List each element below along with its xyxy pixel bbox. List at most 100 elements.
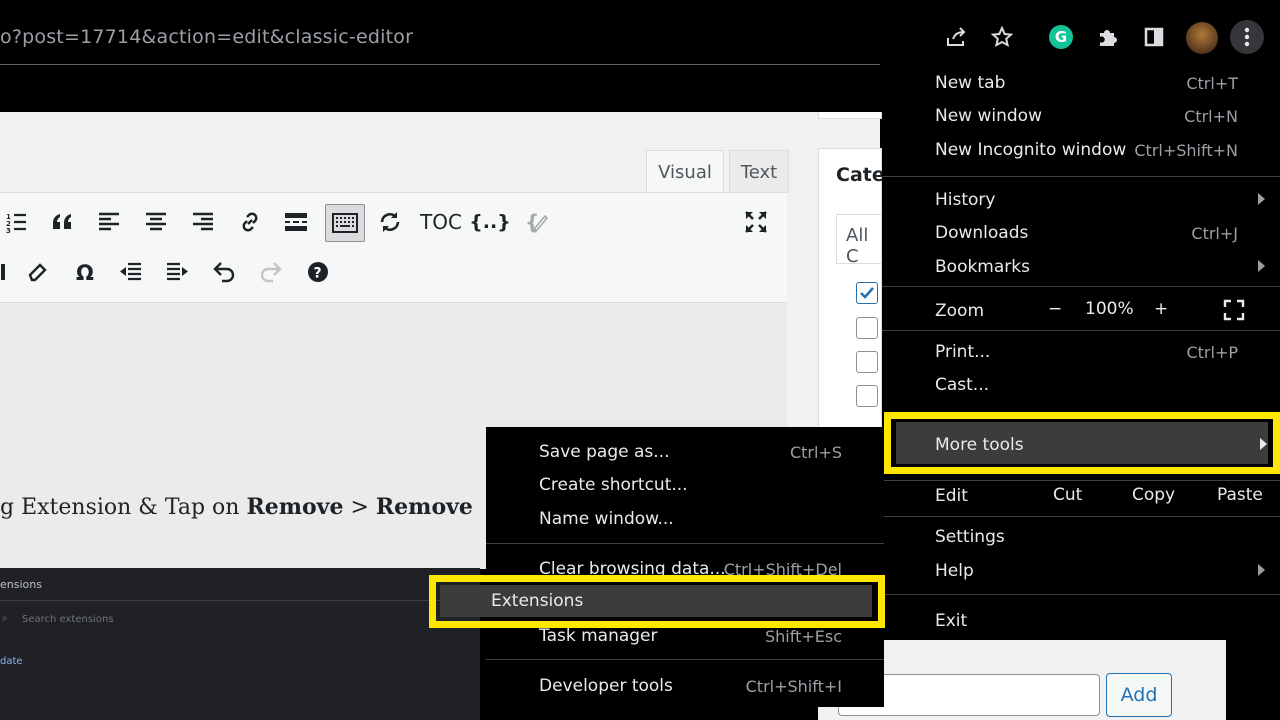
avatar[interactable]	[1186, 22, 1218, 54]
highlight-box-extensions	[429, 575, 885, 628]
editor-body-text: g Extension & Tap on Remove > Remove	[0, 494, 473, 520]
menu-separator	[882, 286, 1280, 287]
category-checkbox[interactable]	[856, 351, 878, 373]
menu-item-downloads[interactable]: Downloads	[935, 223, 1028, 243]
blockquote-icon[interactable]	[46, 205, 80, 239]
puzzle-icon[interactable]	[1094, 24, 1120, 50]
address-bar-url[interactable]: o?post=17714&action=edit&classic-editor	[0, 26, 413, 48]
grammarly-icon[interactable]: G	[1049, 25, 1073, 49]
align-center-icon[interactable]	[139, 205, 173, 239]
menu-item-exit[interactable]: Exit	[935, 611, 967, 631]
eraser-icon[interactable]	[20, 255, 54, 289]
code-edit-icon[interactable]: {	[521, 205, 555, 239]
extensions-search-input[interactable]: Search extensions	[22, 614, 114, 625]
menu-separator	[882, 516, 1280, 517]
menu-shortcut: Ctrl+Shift+I	[745, 677, 842, 696]
tab-visual[interactable]: Visual	[646, 150, 724, 193]
address-bar-divider	[0, 64, 880, 65]
menu-item-save-page-as[interactable]: Save page as...	[539, 442, 669, 462]
link-icon[interactable]	[233, 205, 267, 239]
menu-item-name-window[interactable]: Name window...	[539, 509, 674, 529]
menu-separator	[486, 543, 884, 544]
menu-item-new-incognito-window[interactable]: New Incognito window	[935, 140, 1126, 160]
svg-text:?: ?	[314, 266, 322, 282]
help-icon[interactable]: ?	[301, 255, 335, 289]
menu-item-print[interactable]: Print...	[935, 342, 990, 362]
search-icon: ⌕	[2, 613, 8, 624]
body-text-separator: >	[343, 495, 376, 520]
submenu-arrow-icon	[1258, 564, 1265, 576]
menu-item-edit: Edit	[935, 486, 968, 506]
redo-icon[interactable]	[254, 255, 288, 289]
category-checkbox[interactable]	[856, 317, 878, 339]
menu-shortcut: Ctrl+P	[1186, 343, 1238, 362]
edit-cut-button[interactable]: Cut	[1053, 485, 1082, 505]
menu-item-new-tab[interactable]: New tab	[935, 73, 1005, 93]
menu-separator	[486, 659, 884, 660]
zoom-level: 100%	[1085, 299, 1134, 319]
edit-copy-button[interactable]: Copy	[1132, 485, 1175, 505]
fullscreen-icon[interactable]	[739, 205, 773, 239]
body-text-plain: g Extension & Tap on	[0, 495, 247, 520]
edit-paste-button[interactable]: Paste	[1217, 485, 1263, 505]
tab-text[interactable]: Text	[729, 150, 789, 193]
menu-item-task-manager[interactable]: Task manager	[539, 626, 658, 646]
menu-separator	[882, 594, 1280, 595]
extensions-divider	[0, 600, 480, 601]
omega-icon[interactable]: Ω	[68, 255, 102, 289]
menu-separator	[882, 480, 1280, 481]
toolbar-toggle-icon[interactable]	[325, 204, 365, 242]
highlight-box-more-tools	[884, 412, 1280, 474]
strikethrough-icon[interactable]	[0, 255, 20, 289]
menu-item-cast[interactable]: Cast...	[935, 375, 989, 395]
more-vert-icon[interactable]	[1230, 20, 1264, 54]
menu-shortcut: Ctrl+N	[1184, 107, 1238, 126]
menu-shortcut: Shift+Esc	[764, 627, 842, 646]
menu-shortcut: Ctrl+Shift+N	[1134, 141, 1238, 160]
add-category-button[interactable]: Add	[1106, 673, 1172, 717]
share-icon[interactable]	[943, 24, 969, 50]
svg-text:Ω: Ω	[76, 261, 94, 283]
refresh-icon[interactable]	[373, 205, 407, 239]
outdent-icon[interactable]	[113, 255, 147, 289]
indent-icon[interactable]	[161, 255, 195, 289]
menu-item-zoom: Zoom	[935, 301, 985, 321]
menu-item-create-shortcut[interactable]: Create shortcut...	[539, 475, 688, 495]
categories-all-label: All C	[846, 225, 869, 267]
star-icon[interactable]	[989, 24, 1015, 50]
menu-item-bookmarks[interactable]: Bookmarks	[935, 257, 1030, 277]
numbered-list-icon[interactable]: 123	[0, 205, 34, 239]
category-checkbox[interactable]	[856, 282, 878, 304]
undo-icon[interactable]	[207, 255, 241, 289]
extensions-update-link[interactable]: date	[0, 656, 23, 667]
zoom-in-button[interactable]: +	[1154, 299, 1168, 319]
svg-text:3: 3	[6, 227, 11, 233]
category-checkbox[interactable]	[856, 385, 878, 407]
body-text-bold-remove-2: Remove	[375, 494, 473, 520]
fullscreen-icon[interactable]	[1223, 299, 1245, 325]
extensions-page-title: ensions	[0, 578, 42, 591]
code-block-button[interactable]: {..}	[469, 205, 511, 239]
extensions-page-background	[0, 568, 480, 720]
submenu-arrow-icon	[1258, 193, 1265, 205]
menu-item-developer-tools[interactable]: Developer tools	[539, 676, 673, 696]
menu-item-settings[interactable]: Settings	[935, 527, 1005, 547]
more-tools-submenu: Save page as... Ctrl+S Create shortcut..…	[486, 427, 884, 707]
chrome-main-menu: New tab Ctrl+T New window Ctrl+N New Inc…	[882, 62, 1280, 640]
zoom-out-button[interactable]: −	[1048, 299, 1062, 319]
read-more-icon[interactable]	[279, 205, 313, 239]
menu-item-history[interactable]: History	[935, 190, 995, 210]
menu-item-new-window[interactable]: New window	[935, 106, 1042, 126]
align-right-icon[interactable]	[186, 205, 220, 239]
menu-separator	[882, 176, 1280, 177]
menu-item-help[interactable]: Help	[935, 561, 974, 581]
categories-all-tab[interactable]: All C	[836, 214, 882, 267]
align-left-icon[interactable]	[92, 205, 126, 239]
menu-separator	[882, 330, 1280, 331]
toc-button[interactable]: TOC	[419, 205, 463, 239]
menu-shortcut: Ctrl+T	[1186, 74, 1238, 93]
menu-shortcut: Ctrl+S	[789, 443, 842, 462]
menu-shortcut: Ctrl+J	[1191, 224, 1238, 243]
body-text-bold-remove: Remove	[246, 494, 344, 520]
sidebar-icon[interactable]	[1141, 24, 1167, 50]
